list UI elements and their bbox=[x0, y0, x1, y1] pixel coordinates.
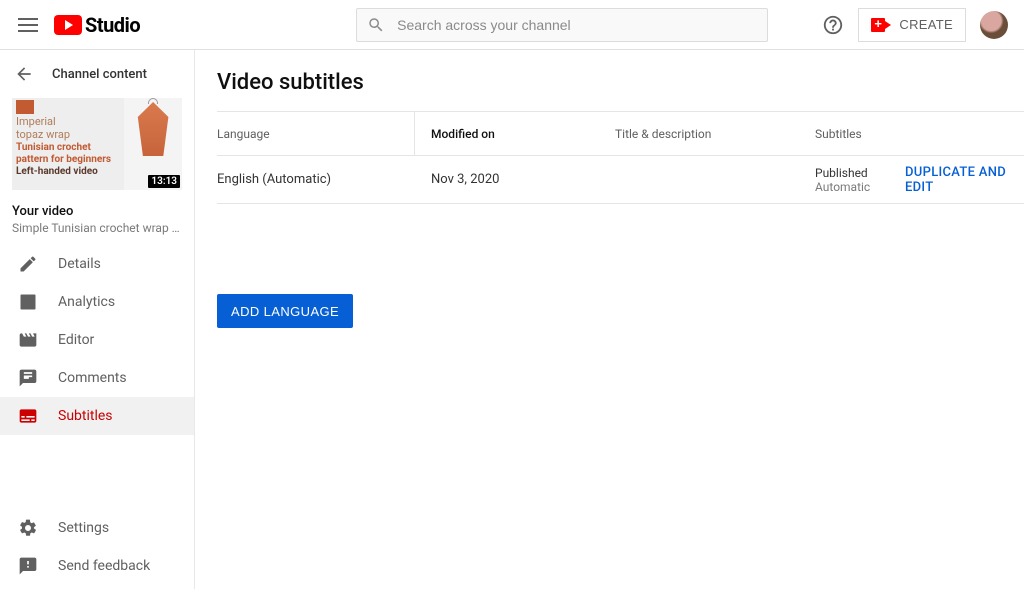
subtitles-table: Language Modified on Title & description… bbox=[217, 111, 1024, 204]
logo-text: Studio bbox=[85, 13, 140, 37]
create-button[interactable]: CREATE bbox=[858, 8, 966, 42]
nav-label: Details bbox=[58, 256, 101, 272]
nav-feedback[interactable]: Send feedback bbox=[0, 547, 194, 585]
video-info: Your video Simple Tunisian crochet wrap … bbox=[0, 204, 194, 245]
comments-icon bbox=[18, 368, 38, 388]
your-video-label: Your video bbox=[12, 204, 182, 219]
nav-label: Editor bbox=[58, 332, 94, 348]
page-title: Video subtitles bbox=[217, 70, 1024, 95]
nav-details[interactable]: Details bbox=[0, 245, 194, 283]
table-row: English (Automatic) Nov 3, 2020 Publishe… bbox=[217, 156, 1024, 204]
subtitles-icon bbox=[18, 406, 38, 426]
account-avatar[interactable] bbox=[980, 11, 1008, 39]
video-thumbnail[interactable]: Imperial topaz wrap Tunisian crochet pat… bbox=[12, 98, 182, 190]
nav-label: Send feedback bbox=[58, 558, 150, 574]
youtube-play-icon bbox=[54, 15, 82, 35]
nav-subtitles[interactable]: Subtitles bbox=[0, 397, 194, 435]
analytics-icon bbox=[18, 292, 38, 312]
main-content: Video subtitles Language Modified on Tit… bbox=[195, 50, 1024, 589]
video-nav: Details Analytics Editor Comments Subtit… bbox=[0, 245, 194, 435]
pencil-icon bbox=[18, 254, 38, 274]
studio-logo[interactable]: Studio bbox=[54, 13, 140, 37]
nav-label: Analytics bbox=[58, 294, 115, 310]
search-box[interactable] bbox=[356, 8, 768, 42]
app-header: Studio CREATE bbox=[0, 0, 1024, 50]
back-label: Channel content bbox=[52, 67, 147, 82]
video-duration: 13:13 bbox=[148, 175, 180, 188]
table-header: Language Modified on Title & description… bbox=[217, 112, 1024, 156]
search-input[interactable] bbox=[397, 17, 757, 33]
nav-settings[interactable]: Settings bbox=[0, 509, 194, 547]
col-language: Language bbox=[217, 112, 415, 155]
editor-icon bbox=[18, 330, 38, 350]
menu-icon[interactable] bbox=[16, 13, 40, 37]
arrow-left-icon bbox=[14, 64, 34, 84]
feedback-icon bbox=[18, 556, 38, 576]
cell-language: English (Automatic) bbox=[217, 172, 415, 187]
bottom-nav: Settings Send feedback bbox=[0, 509, 194, 589]
sidebar: Channel content Imperial topaz wrap Tuni… bbox=[0, 50, 195, 589]
duplicate-and-edit-link[interactable]: DUPLICATE AND EDIT bbox=[905, 165, 1006, 195]
add-language-button[interactable]: ADD LANGUAGE bbox=[217, 294, 353, 328]
create-label: CREATE bbox=[899, 17, 953, 32]
video-title: Simple Tunisian crochet wrap with g… bbox=[12, 221, 182, 235]
nav-analytics[interactable]: Analytics bbox=[0, 283, 194, 321]
back-to-channel-content[interactable]: Channel content bbox=[0, 50, 194, 98]
cell-subtitles-status: Published Automatic bbox=[815, 166, 885, 194]
help-icon[interactable] bbox=[822, 14, 844, 36]
col-modified[interactable]: Modified on bbox=[415, 127, 615, 141]
cell-modified: Nov 3, 2020 bbox=[415, 172, 615, 187]
nav-editor[interactable]: Editor bbox=[0, 321, 194, 359]
nav-label: Settings bbox=[58, 520, 109, 536]
nav-comments[interactable]: Comments bbox=[0, 359, 194, 397]
col-subtitles: Subtitles bbox=[815, 127, 885, 141]
search-icon bbox=[367, 16, 385, 34]
nav-label: Subtitles bbox=[58, 408, 113, 424]
nav-label: Comments bbox=[58, 370, 127, 386]
col-title-desc: Title & description bbox=[615, 127, 815, 141]
gear-icon bbox=[18, 518, 38, 538]
create-video-icon bbox=[871, 18, 891, 32]
